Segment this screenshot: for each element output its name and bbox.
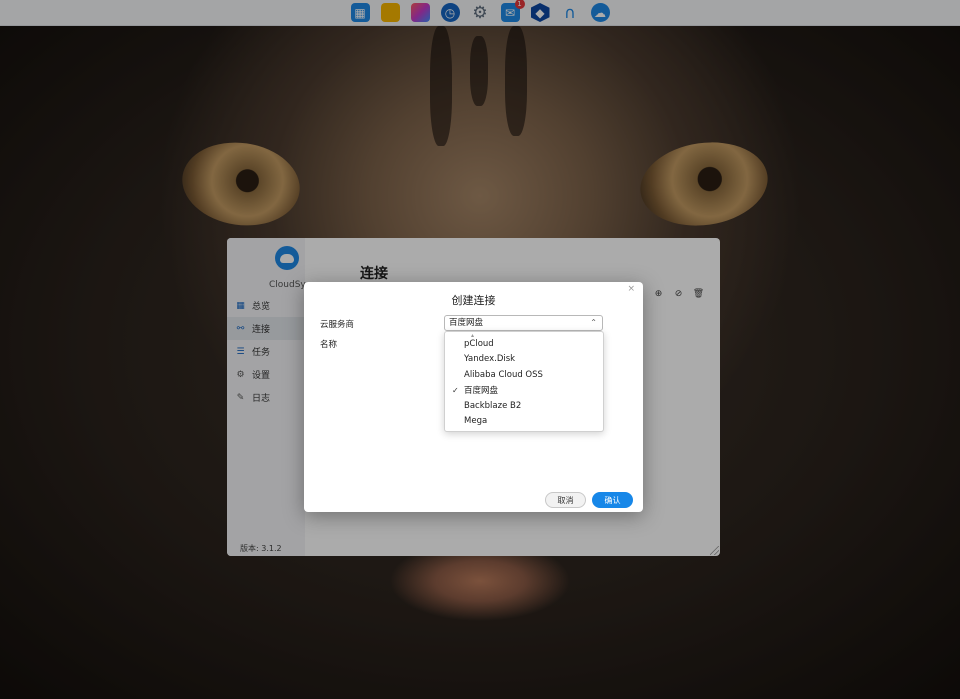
provider-dropdown-list: ▴ pCloud Yandex.Disk Alibaba Cloud OSS ✓…: [444, 331, 604, 432]
option-label: Mega: [464, 416, 488, 427]
chevron-up-icon: ⌃: [590, 318, 597, 327]
provider-select[interactable]: 百度网盘 ⌃: [444, 315, 603, 331]
dropdown-option[interactable]: Yandex.Disk: [445, 352, 603, 368]
option-label: Alibaba Cloud OSS: [464, 369, 543, 380]
dropdown-option[interactable]: pCloud: [445, 336, 603, 352]
dropdown-option-selected[interactable]: ✓ 百度网盘: [445, 383, 603, 399]
dropdown-option[interactable]: Alibaba Cloud OSS: [445, 367, 603, 383]
provider-select-value: 百度网盘: [449, 318, 484, 328]
create-connection-dialog: × 创建连接 云服务商 百度网盘 ⌃ 名称 ▴ pCloud Yandex.Di…: [304, 282, 643, 512]
option-label: pCloud: [464, 338, 494, 349]
provider-label: 云服务商: [320, 320, 355, 330]
cancel-button[interactable]: 取消: [545, 492, 586, 508]
dropdown-option[interactable]: Backblaze B2: [445, 398, 603, 414]
confirm-button[interactable]: 确认: [592, 492, 633, 508]
option-label: Backblaze B2: [464, 400, 522, 411]
option-label: 百度网盘: [464, 386, 499, 397]
checkmark-icon: ✓: [452, 385, 459, 395]
option-label: Yandex.Disk: [464, 354, 516, 365]
dialog-title: 创建连接: [451, 294, 496, 307]
name-label: 名称: [320, 340, 338, 350]
dropdown-option[interactable]: Mega: [445, 414, 603, 430]
